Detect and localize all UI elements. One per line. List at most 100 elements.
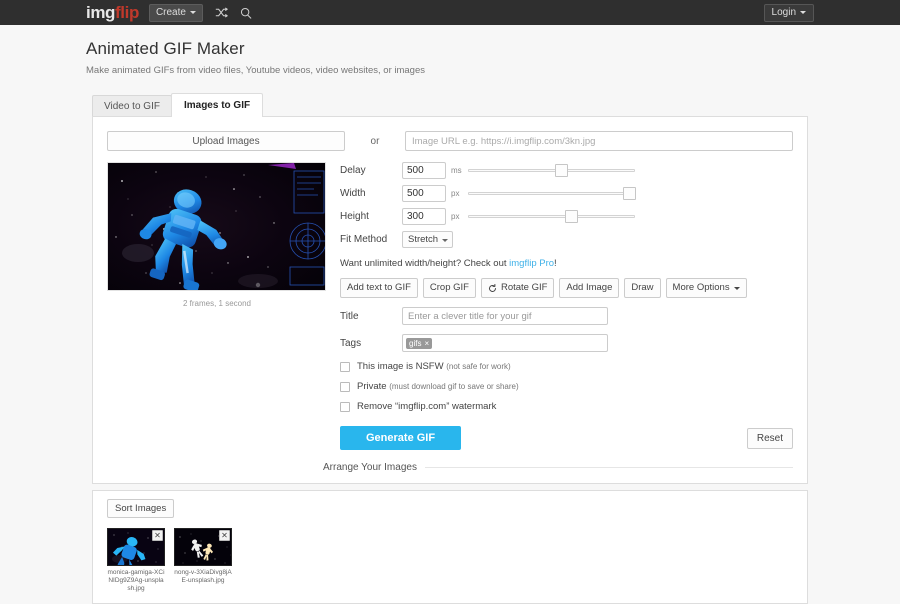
remove-thumbnail-1-button[interactable]: ✕ [152,530,163,541]
preview-column: 2 frames, 1 second [107,162,327,450]
height-unit: px [451,212,460,221]
tag-chip[interactable]: gifs × [406,337,433,349]
generate-gif-button[interactable]: Generate GIF [340,426,462,450]
arrange-divider [424,467,793,468]
remove-thumbnail-2-button[interactable]: ✕ [219,530,230,541]
login-label: Login [771,6,796,18]
nsfw-label-hint: (not safe for work) [446,362,511,371]
arrange-label: Arrange Your Images [323,462,417,473]
height-slider[interactable] [468,210,635,223]
pro-upsell-note: Want unlimited width/height? Check out i… [340,258,793,269]
sort-images-button[interactable]: Sort Images [107,499,175,518]
chevron-down-icon [800,11,806,14]
width-input[interactable] [402,185,446,202]
rotate-gif-label: Rotate GIF [500,282,548,293]
top-navigation-bar: imgflip Create Login [0,0,900,25]
editor-body: 2 frames, 1 second Delay ms Width px [107,162,793,450]
pro-note-suffix: ! [554,258,557,269]
tab-images-to-gif[interactable]: Images to GIF [170,93,264,117]
width-unit: px [451,189,460,198]
more-options-button[interactable]: More Options [665,278,747,298]
draw-button[interactable]: Draw [624,278,661,298]
list-item[interactable]: ✕ nong-v-3XiaDivg8jAE-unsplash.jpg [174,528,232,593]
width-slider-knob[interactable] [623,187,637,200]
height-control-row: Height px [340,208,793,225]
image-url-input[interactable] [405,131,793,151]
delay-slider[interactable] [468,164,635,177]
private-label-main: Private [357,381,387,392]
thumbnail-image-2[interactable]: ✕ [174,528,232,566]
close-icon[interactable]: × [424,339,429,348]
tags-label: Tags [340,337,362,349]
nsfw-label-main: This image is NSFW [357,361,444,372]
frames-caption: 2 frames, 1 second [182,299,252,308]
thumbnail-image-1[interactable]: ✕ [107,528,165,566]
delay-slider-knob[interactable] [554,164,568,177]
shuffle-icon[interactable] [215,7,228,18]
delay-unit: ms [451,166,462,175]
imgflip-pro-link[interactable]: imgflip Pro [509,258,554,269]
private-label: Private (must download gif to save or sh… [357,381,519,392]
watermark-checkbox-row[interactable]: Remove “imgflip.com” watermark [340,401,793,412]
logo-text-img: img [86,3,116,22]
page-title: Animated GIF Maker [86,39,245,58]
private-label-hint: (must download gif to save or share) [389,382,519,391]
tab-bar: Video to GIF Images to GIF [92,92,814,117]
page-container: Animated GIF Maker Make animated GIFs fr… [86,39,814,604]
height-slider-knob[interactable] [564,210,578,223]
height-label: Height [340,211,369,222]
rotate-icon [488,283,496,292]
arrange-images-panel: Sort Images ✕ monica-gamiga-XCiNIDg9Z9Ag… [92,490,808,604]
nsfw-checkbox-row[interactable]: This image is NSFW (not safe for work) [340,361,793,372]
watermark-label-main: Remove “imgflip.com” watermark [357,401,497,412]
crop-gif-button[interactable]: Crop GIF [422,278,476,298]
add-text-to-gif-button[interactable]: Add text to GIF [340,278,418,298]
height-input[interactable] [402,208,446,225]
width-slider[interactable] [468,187,637,200]
login-button[interactable]: Login [763,3,814,22]
delay-input[interactable] [402,162,446,179]
gif-preview[interactable] [107,162,326,291]
height-slider-track [468,215,635,218]
arrange-section-header: Arrange Your Images [107,462,793,473]
upload-row: Upload Images or [107,131,793,151]
logo-text-flip: flip [115,3,139,22]
action-row: Generate GIF Reset [340,426,793,450]
title-input[interactable] [402,307,608,325]
tags-input[interactable]: gifs × [402,334,608,352]
private-checkbox[interactable] [340,381,350,392]
width-slider-track [468,192,635,195]
more-options-label: More Options [672,282,730,293]
imgflip-logo[interactable]: imgflip [86,4,139,21]
add-image-button[interactable]: Add Image [559,278,620,298]
tag-chip-label: gifs [409,338,422,348]
thumbnail-filename-2: nong-v-3XiaDivg8jAE-unsplash.jpg [174,569,232,584]
private-checkbox-row[interactable]: Private (must download gif to save or sh… [340,381,793,392]
search-icon[interactable] [240,7,252,19]
rotate-gif-button[interactable]: Rotate GIF [480,278,555,298]
chevron-down-icon [189,11,196,14]
gif-maker-panel: Upload Images or Image URL e.g. https://… [92,116,808,484]
settings-column: Delay ms Width px [327,162,793,450]
thumbnail-filename-1: monica-gamiga-XCiNIDg9Z9Ag-unsplash.jpg [107,569,165,592]
page-subtitle: Make animated GIFs from video files, You… [86,65,426,76]
fit-method-select[interactable]: Stretch [402,231,454,248]
title-field-row: Title [340,307,793,325]
list-item[interactable]: ✕ monica-gamiga-XCiNIDg9Z9Ag-unsplash.jp… [107,528,165,593]
fit-method-value: Stretch [408,234,439,245]
create-menu-button[interactable]: Create [148,3,203,22]
fit-method-label: Fit Method [340,234,388,245]
or-label: or [370,135,380,147]
tab-video-to-gif[interactable]: Video to GIF [92,95,172,117]
chevron-down-icon [733,286,740,290]
watermark-checkbox[interactable] [340,401,350,412]
fit-method-row: Fit Method Stretch [340,231,793,248]
upload-images-button[interactable]: Upload Images [107,131,345,151]
width-label: Width [340,188,366,199]
reset-button[interactable]: Reset [746,427,793,449]
watermark-label: Remove “imgflip.com” watermark [357,401,496,412]
delay-slider-track [468,169,635,172]
nsfw-checkbox[interactable] [340,361,350,372]
title-label: Title [340,310,359,322]
width-control-row: Width px [340,185,793,202]
